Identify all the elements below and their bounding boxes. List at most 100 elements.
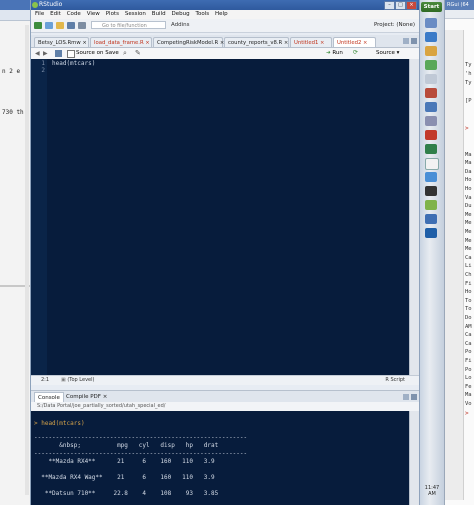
menu-edit[interactable]: Edit bbox=[50, 10, 61, 19]
tab-load-data-frame[interactable]: load_data_frame.R × bbox=[90, 37, 152, 47]
table-row: **Mazda RX4 Wag** 21 6 160 110 3.9 bbox=[34, 474, 215, 481]
open-file-icon[interactable] bbox=[56, 22, 64, 29]
app-icon[interactable] bbox=[425, 214, 437, 224]
minimize-button[interactable]: – bbox=[384, 1, 395, 10]
menu-plots[interactable]: Plots bbox=[106, 10, 119, 19]
window-titlebar[interactable]: RStudio – □ × bbox=[31, 0, 419, 10]
left-window-scrollbar[interactable] bbox=[25, 25, 29, 495]
project-menu[interactable]: Project: (None) bbox=[374, 21, 415, 30]
tab-label: CompetingRiskModel.R bbox=[157, 40, 219, 46]
right-window-line: Ca bbox=[465, 340, 472, 347]
menu-debug[interactable]: Debug bbox=[172, 10, 190, 19]
minimize-console-icon[interactable] bbox=[403, 394, 409, 400]
right-window-line: Po bbox=[465, 349, 472, 356]
back-arrow-icon[interactable]: ◀ bbox=[35, 50, 40, 57]
rstudio-taskbar-icon[interactable] bbox=[425, 200, 437, 210]
search-icon[interactable]: ⌕ bbox=[123, 49, 127, 58]
right-window-scrollbar[interactable] bbox=[445, 30, 464, 500]
ie-icon[interactable] bbox=[425, 32, 437, 42]
table-row: **Mazda RX4** 21 6 160 110 3.9 bbox=[34, 458, 215, 465]
menu-help[interactable]: Help bbox=[215, 10, 228, 19]
table-row: **Datsun 710** 22.8 4 108 93 3.85 bbox=[34, 490, 219, 497]
save-file-icon[interactable] bbox=[55, 50, 62, 57]
tab-compile-pdf[interactable]: Compile PDF × bbox=[63, 392, 110, 402]
menu-session[interactable]: Session bbox=[125, 10, 146, 19]
code-tools-icon[interactable]: ✎ bbox=[135, 49, 141, 57]
notepad-icon[interactable] bbox=[425, 158, 439, 170]
r-icon[interactable] bbox=[425, 228, 437, 238]
editor-tab-bar: Betsy_LOS.Rmw × load_data_frame.R × Comp… bbox=[31, 35, 419, 48]
menu-file[interactable]: File bbox=[35, 10, 44, 19]
right-window-titlebar: RGui (64 bbox=[445, 0, 474, 10]
new-project-icon[interactable] bbox=[45, 22, 53, 29]
file-type-selector[interactable]: R Script bbox=[385, 376, 405, 385]
tab-untitled2[interactable]: Untitled2 × bbox=[333, 37, 376, 47]
left-window-text: n 2 e bbox=[2, 68, 21, 75]
console-output[interactable]: > head(mtcars) -------------------------… bbox=[31, 411, 409, 505]
right-window-line: To bbox=[465, 306, 472, 313]
menu-tools[interactable]: Tools bbox=[196, 10, 210, 19]
minimize-pane-icon[interactable] bbox=[403, 38, 409, 44]
tab-county-reports[interactable]: county_reports_v8.R × bbox=[224, 37, 289, 47]
app-icon[interactable] bbox=[425, 116, 437, 126]
left-window-titlebar bbox=[0, 0, 30, 10]
desktop-icon[interactable] bbox=[425, 18, 437, 28]
maximize-pane-icon[interactable] bbox=[411, 38, 417, 44]
run-button[interactable]: ➜ Run bbox=[326, 49, 348, 58]
code-line[interactable]: head(mtcars) bbox=[52, 60, 95, 67]
app-icon[interactable] bbox=[425, 144, 437, 154]
console-scrollbar[interactable] bbox=[409, 411, 419, 505]
close-button[interactable]: × bbox=[406, 1, 417, 10]
folder-icon[interactable] bbox=[425, 46, 437, 56]
go-to-file-input[interactable]: Go to file/function bbox=[91, 21, 166, 29]
system-clock[interactable]: 11:47 AM bbox=[421, 485, 443, 497]
tab-label: Untitled2 bbox=[337, 40, 362, 46]
right-window-line: Ho bbox=[465, 177, 472, 184]
tab-betsy-los[interactable]: Betsy_LOS.Rmw × bbox=[34, 37, 89, 47]
menu-view[interactable]: View bbox=[87, 10, 100, 19]
working-directory-path[interactable]: S:/Data Portal/joe_partially_sorted/utah… bbox=[31, 402, 419, 411]
right-window-line: Do bbox=[465, 315, 472, 321]
app-icon[interactable] bbox=[425, 74, 437, 84]
source-button[interactable]: Source ▾ bbox=[376, 49, 412, 58]
tab-competing-risk[interactable]: CompetingRiskModel.R × bbox=[153, 37, 224, 47]
word-icon[interactable] bbox=[425, 102, 437, 112]
menu-build[interactable]: Build bbox=[152, 10, 166, 19]
table-rule: ----------------------------------------… bbox=[34, 434, 248, 441]
excel-icon[interactable] bbox=[425, 60, 437, 70]
right-window-line: Ho bbox=[465, 289, 472, 296]
right-window-line: AM bbox=[465, 323, 472, 330]
rstudio-window: RStudio – □ × File Edit Code View Plots … bbox=[31, 0, 419, 505]
save-icon[interactable] bbox=[67, 22, 75, 29]
scope-selector[interactable]: ▣ (Top Level) bbox=[61, 376, 94, 385]
background-window-left[interactable]: n 2 e 730 th bbox=[0, 0, 31, 505]
right-window-line: Me bbox=[465, 237, 472, 244]
forward-arrow-icon[interactable]: ▶ bbox=[43, 50, 48, 57]
editor-scrollbar[interactable] bbox=[409, 59, 419, 375]
scope-label: (Top Level) bbox=[67, 377, 95, 383]
code-editor[interactable] bbox=[31, 59, 409, 375]
menu-code[interactable]: Code bbox=[67, 10, 81, 19]
start-button[interactable]: Start bbox=[421, 2, 442, 12]
addins-button[interactable]: Addins bbox=[171, 21, 190, 30]
terminal-icon[interactable] bbox=[425, 186, 437, 196]
maximize-console-icon[interactable] bbox=[411, 394, 417, 400]
right-window-line: Ma bbox=[465, 392, 472, 399]
background-window-right[interactable]: RGui (64 Ty'h Ty [P > Ma Ma Da Ho Ho Va Du Me Me Me Me… bbox=[444, 0, 474, 505]
right-window-line: Ho bbox=[465, 186, 472, 192]
info-icon[interactable] bbox=[425, 172, 437, 182]
tab-label: Betsy_LOS.Rmw bbox=[38, 40, 81, 46]
maximize-button[interactable]: □ bbox=[395, 1, 406, 10]
right-window-menubar bbox=[445, 10, 474, 19]
print-icon[interactable] bbox=[78, 22, 86, 29]
tab-untitled1[interactable]: Untitled1 × bbox=[290, 37, 332, 47]
acrobat-icon[interactable] bbox=[425, 130, 437, 140]
rerun-icon[interactable]: ⟳ bbox=[353, 49, 358, 56]
run-label: Run bbox=[332, 50, 343, 56]
app-icon[interactable] bbox=[425, 88, 437, 98]
right-window-line: Fi bbox=[465, 280, 472, 287]
left-window-text: 730 th bbox=[2, 109, 24, 116]
source-on-save-checkbox[interactable] bbox=[67, 50, 75, 58]
new-file-icon[interactable] bbox=[34, 22, 42, 29]
right-window-line: Ca bbox=[465, 332, 472, 339]
